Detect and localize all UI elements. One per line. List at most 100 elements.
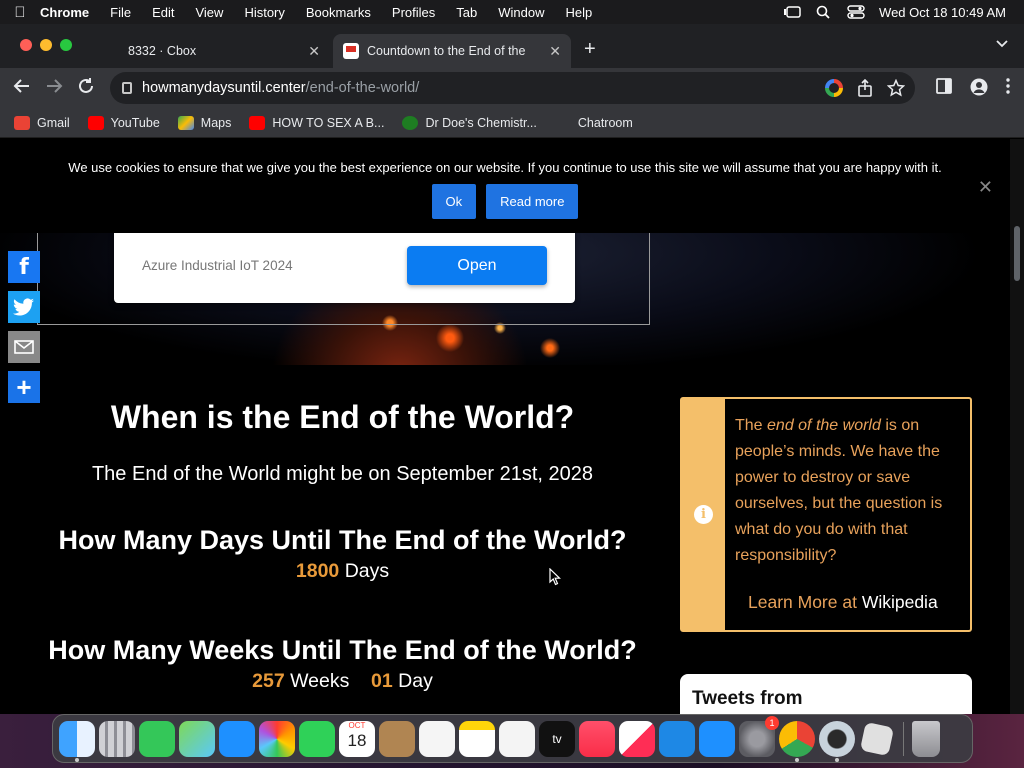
chemistry-site-icon [402,115,419,130]
zoom-window-button[interactable] [60,39,72,51]
running-indicator [795,757,799,762]
finder-icon[interactable] [59,720,95,762]
info-text-pre: The [735,417,768,434]
launchpad-icon[interactable] [99,720,135,757]
days-unit: Days [344,560,390,582]
twitter-share-button[interactable] [8,291,40,323]
share-icon[interactable] [857,79,873,97]
bookmark-gmail[interactable]: Gmail [14,115,70,130]
tv-label: tv [552,731,562,746]
tab-close-icon[interactable]: ✕ [549,43,561,60]
weeks-value: 257 [252,670,285,692]
ad-open-button[interactable]: Open [407,246,547,285]
stage-manager-icon[interactable] [783,5,801,19]
menu-window[interactable]: Window [498,5,544,20]
keynote-icon[interactable] [659,720,695,757]
google-lens-icon[interactable] [825,79,843,97]
control-center-icon[interactable] [847,5,865,19]
wikipedia-link[interactable]: Wikipedia [862,592,938,612]
info-icon: i [694,505,713,524]
menu-history[interactable]: History [244,5,284,20]
calendar-favicon-icon [343,43,359,59]
menu-edit[interactable]: Edit [152,5,174,20]
bookmark-maps[interactable]: Maps [177,115,231,130]
roblox-icon[interactable] [859,721,895,756]
menu-clock[interactable]: Wed Oct 18 10:49 AM [879,5,1006,20]
weeks-count: 257 Weeks 01 Day [30,670,655,693]
bookmark-label: HOW TO SEX A B... [272,115,385,130]
address-bar[interactable]: howmanydaysuntil.center/end-of-the-world… [110,72,915,104]
kebab-menu-icon[interactable] [1006,78,1010,94]
menu-help[interactable]: Help [566,5,593,20]
info-text: The end of the world is on people’s mind… [735,413,960,569]
trash-icon[interactable] [912,720,940,757]
music-icon[interactable] [579,720,615,757]
news-icon[interactable] [619,720,655,757]
plus-icon: + [16,371,32,402]
chrome-icon[interactable] [779,720,815,762]
back-arrow-icon[interactable] [13,77,31,95]
email-share-button[interactable] [8,331,40,363]
weeks-extra-unit: Day [398,670,433,692]
spotlight-search-icon[interactable] [815,5,833,19]
days-heading: How Many Days Until The End of the World… [58,525,627,555]
apple-tv-icon[interactable]: tv [539,720,575,757]
bookmark-chemistry[interactable]: Dr Doe's Chemistr... [402,115,537,130]
bookmark-youtube[interactable]: YouTube [87,115,160,130]
days-value: 1800 [295,560,340,582]
tab-countdown[interactable]: Countdown to the End of the W ✕ [333,34,571,68]
side-panel-icon[interactable] [936,78,952,94]
bookmark-how-to[interactable]: HOW TO SEX A B... [249,115,385,130]
menu-bookmarks[interactable]: Bookmarks [306,5,371,20]
ad-frame: Azure Industrial IoT 2024 Open [37,233,650,325]
weeks-unit: Weeks [290,670,350,692]
quicktime-icon[interactable] [819,720,855,762]
scrollbar-thumb[interactable] [1014,226,1020,281]
mail-icon[interactable] [219,720,255,757]
cookie-banner: We use cookies to ensure that we give yo… [0,139,1010,233]
system-settings-icon[interactable]: 1 [739,715,779,757]
maps-icon[interactable] [179,720,215,757]
close-window-button[interactable] [20,39,32,51]
app-store-icon[interactable] [699,720,735,757]
tab-close-icon[interactable]: ✕ [308,43,320,60]
menu-file[interactable]: File [110,5,131,20]
facebook-share-button[interactable]: f [8,251,40,283]
notes-icon[interactable] [459,720,495,757]
profile-avatar-icon[interactable] [970,78,988,96]
bookmark-star-icon[interactable] [887,79,905,97]
messages-icon[interactable] [139,720,175,757]
ad-text[interactable]: Azure Industrial IoT 2024 [142,258,293,273]
reload-icon[interactable] [77,77,95,95]
calendar-day: 18 [347,730,367,750]
menu-profiles[interactable]: Profiles [392,5,435,20]
lock-icon[interactable] [122,82,132,94]
calendar-icon[interactable]: OCT 18 [339,720,375,757]
url-path: /end-of-the-world/ [305,80,420,96]
menu-app-chrome[interactable]: Chrome [40,5,89,20]
contacts-icon[interactable] [379,720,415,757]
reminders-icon[interactable] [419,720,455,757]
cookie-ok-button[interactable]: Ok [431,184,477,219]
twitter-bird-icon [13,298,34,316]
tab-cbox[interactable]: 8332 · Cbox ✕ [98,34,330,68]
bookmark-chatroom[interactable]: Chatroom [555,116,633,130]
minimize-window-button[interactable] [40,39,52,51]
page-scrollbar[interactable] [1010,139,1024,714]
ad-card: Azure Industrial IoT 2024 Open [114,233,575,303]
tab-search-chevron-icon[interactable] [996,40,1008,48]
freeform-icon[interactable] [499,720,535,757]
apple-icon[interactable]:  [0,4,40,21]
cookie-read-more-button[interactable]: Read more [486,184,579,219]
menu-view[interactable]: View [195,5,223,20]
cookie-close-icon[interactable]: ✕ [978,177,993,198]
hero-image: Azure Industrial IoT 2024 Open [0,233,1010,365]
new-tab-button[interactable]: + [584,39,596,59]
tab-strip: 8332 · Cbox ✕ Countdown to the End of th… [0,24,1024,68]
running-indicator [75,757,79,762]
info-text-post: is on people’s minds. We have the power … [735,417,943,564]
facetime-icon[interactable] [299,720,335,757]
menu-tab[interactable]: Tab [456,5,477,20]
photos-icon[interactable] [259,720,295,757]
forward-arrow-icon[interactable] [45,77,63,95]
